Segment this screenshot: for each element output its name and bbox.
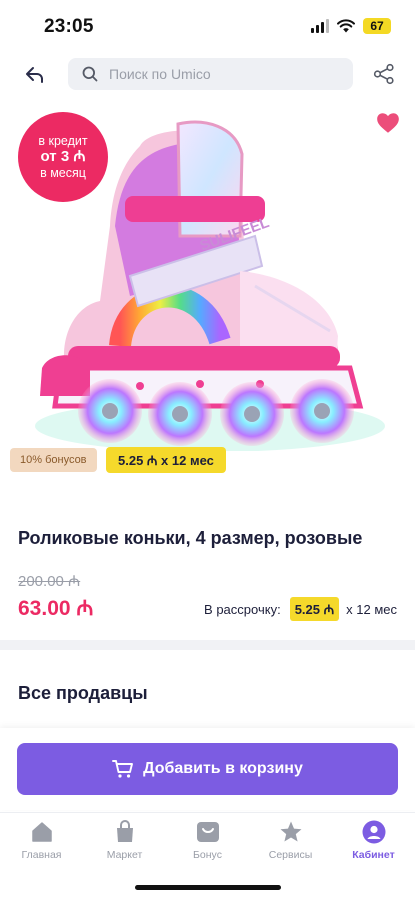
tab-bonus[interactable]: Бонус [166,813,249,866]
product-image-gallery[interactable]: в кредит от 3 ₼ в месяц SULIFEEL 10% бон… [0,100,415,485]
tab-cabinet-label: Кабинет [352,849,395,861]
back-arrow-icon [26,67,43,83]
cart-icon [112,760,134,778]
bonus-icon [195,819,221,845]
tab-services[interactable]: Сервисы [249,813,332,866]
add-to-cart-label: Добавить в корзину [143,760,303,777]
credit-badge-line3: в месяц [40,166,86,180]
home-icon [29,819,55,845]
status-bar: 23:05 67 [0,0,415,52]
cart-action-bar: Добавить в корзину [0,728,415,810]
product-title: Роликовые коньки, 4 размер, розовые [18,528,363,548]
credit-badge-line2: от 3 ₼ [40,148,86,165]
bag-icon [112,819,138,845]
installment-amount: 5.25 ₼ [289,597,340,621]
all-sellers-heading: Все продавцы [18,683,148,703]
tab-market-label: Маркет [106,849,143,861]
tab-home[interactable]: Главная [0,813,83,866]
tab-market[interactable]: Маркет [83,813,166,866]
profile-icon [361,819,387,845]
tab-bonus-label: Бонус [193,849,222,861]
back-button[interactable] [20,60,50,90]
add-to-cart-button[interactable]: Добавить в корзину [17,743,398,795]
share-icon [373,63,394,85]
search-icon [82,65,100,83]
credit-badge: в кредит от 3 ₼ в месяц [18,112,108,202]
search-bar[interactable] [68,58,353,90]
section-divider [0,640,415,650]
star-icon [278,819,304,845]
installment-info: В рассрочку: 5.25 ₼ x 12 мес [204,597,397,621]
bonus-badge: 10% бонусов [10,448,97,472]
wifi-icon [337,19,355,33]
installment-label: В рассрочку: [204,601,281,617]
current-price: 63.00 ₼ [18,597,94,620]
tab-home-label: Главная [21,849,62,861]
installment-badge: 5.25 ₼ x 12 мес [106,447,226,473]
tab-services-label: Сервисы [268,849,313,861]
old-price: 200.00 ₼ [18,573,81,590]
bottom-tab-bar: Главная Маркет Бонус Сервисы Кабинет [0,812,415,866]
search-input[interactable] [109,66,339,82]
installment-term: x 12 мес [346,601,397,617]
share-button[interactable] [371,61,397,87]
credit-badge-line1: в кредит [38,134,88,148]
home-indicator [135,885,281,890]
top-nav [0,56,415,92]
tab-cabinet[interactable]: Кабинет [332,813,415,866]
status-time: 23:05 [44,16,94,37]
battery-indicator: 67 [363,18,391,34]
signal-icon [311,19,329,33]
status-icons: 67 [311,18,391,34]
favorite-heart-icon[interactable] [375,110,401,136]
